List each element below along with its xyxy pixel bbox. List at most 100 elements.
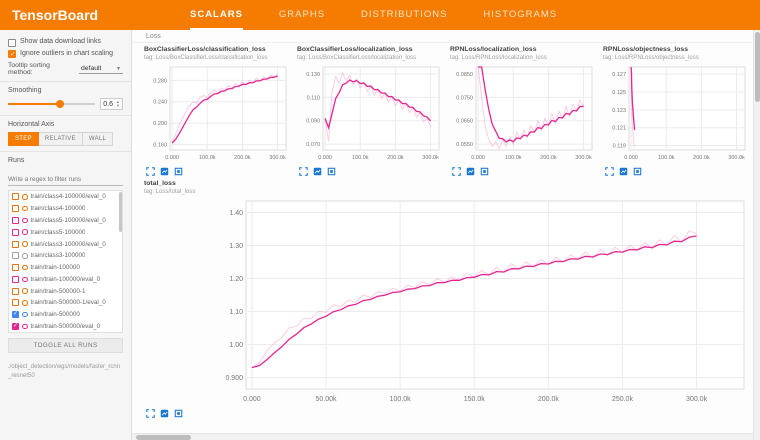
check-icon: ✓ [13, 322, 18, 329]
svg-text:200.0k: 200.0k [693, 155, 710, 161]
svg-text:100.0k: 100.0k [658, 155, 675, 161]
svg-text:1.40: 1.40 [229, 210, 243, 217]
run-item[interactable]: train/train-100000 [9, 262, 118, 274]
pin-icon[interactable] [633, 167, 642, 176]
svg-text:300.0k: 300.0k [575, 155, 592, 161]
chart-toolbar [603, 167, 751, 176]
run-checkbox[interactable] [12, 252, 19, 259]
run-checkbox[interactable] [12, 205, 19, 212]
expand-icon[interactable] [299, 167, 308, 176]
vertical-scrollbar[interactable] [753, 30, 760, 440]
expand-icon[interactable] [146, 167, 155, 176]
line-chart[interactable]: 0.1600.2000.2400.2800.000100.0k200.0k300… [144, 63, 292, 166]
run-checkbox[interactable] [12, 217, 19, 224]
run-color-dot-icon [22, 218, 28, 224]
run-item[interactable]: ✓train/train-500000 [9, 309, 118, 321]
vertical-scrollbar-thumb[interactable] [755, 32, 760, 102]
svg-text:0.130: 0.130 [306, 72, 320, 78]
fit-data-icon[interactable] [313, 167, 322, 176]
run-checkbox[interactable] [12, 299, 19, 306]
run-item[interactable]: ✓train/train-500000/eval_0 [9, 321, 118, 333]
expand-icon[interactable] [452, 167, 461, 176]
run-color-dot-icon [22, 324, 28, 330]
run-checkbox[interactable]: ✓ [12, 311, 19, 318]
tab-distributions[interactable]: DISTRIBUTIONS [361, 0, 447, 30]
run-color-dot-icon [22, 277, 28, 283]
run-checkbox[interactable]: ✓ [12, 323, 19, 330]
logdir-path: ./object_detection/wgs/models/faster_rcn… [0, 358, 131, 386]
stepper-arrows-icon[interactable]: ▲▼ [116, 100, 120, 108]
pin-icon[interactable] [480, 167, 489, 176]
svg-text:300.0k: 300.0k [728, 155, 745, 161]
svg-text:100.0k: 100.0k [199, 155, 216, 161]
run-item[interactable]: train/train-500000-1/eval_0 [9, 297, 118, 309]
run-item[interactable]: train/class5-100000 [9, 226, 118, 238]
pin-icon[interactable] [174, 167, 183, 176]
chart-title: BoxClassifierLoss/classification_loss [144, 46, 292, 55]
run-label: train/class4-100000 [31, 205, 86, 212]
tooltip-sorting-value: default [81, 65, 101, 72]
expand-icon[interactable] [605, 167, 614, 176]
run-color-dot-icon [22, 312, 28, 318]
smoothing-label: Smoothing [8, 87, 123, 94]
svg-text:0.121: 0.121 [612, 126, 626, 132]
pin-icon[interactable] [327, 167, 336, 176]
ignore-outliers-checkbox[interactable]: Ignore outliers in chart scaling [8, 50, 123, 59]
runs-filter-input[interactable] [8, 174, 123, 186]
tag-group-header[interactable]: Loss [132, 30, 753, 43]
run-label: train/train-500000-1 [31, 288, 86, 295]
svg-text:100.0k: 100.0k [505, 155, 522, 161]
fit-data-icon[interactable] [160, 167, 169, 176]
run-checkbox[interactable] [12, 193, 19, 200]
run-checkbox[interactable] [12, 241, 19, 248]
svg-text:300.0k: 300.0k [686, 396, 708, 403]
run-checkbox[interactable] [12, 276, 19, 283]
axis-step-button[interactable]: STEP [8, 132, 39, 146]
axis-relative-button[interactable]: RELATIVE [39, 132, 83, 146]
line-chart[interactable]: 0.05500.06500.07500.08500.000100.0k200.0… [450, 63, 598, 166]
run-item[interactable]: train/train-500000-1 [9, 285, 118, 297]
horizontal-scrollbar[interactable] [132, 433, 753, 440]
slider-thumb[interactable] [56, 100, 64, 108]
expand-icon[interactable] [146, 409, 155, 418]
checkbox-icon[interactable] [8, 39, 16, 47]
run-color-dot-icon [22, 300, 28, 306]
horizontal-axis-group: STEPRELATIVEWALL [8, 132, 123, 146]
show-download-links-checkbox[interactable]: Show data download links [8, 38, 123, 47]
svg-text:0.127: 0.127 [612, 72, 626, 78]
svg-text:0.000: 0.000 [471, 155, 485, 161]
line-chart[interactable]: 0.9001.001.101.201.301.400.00050.00k100.… [144, 197, 753, 408]
run-checkbox[interactable] [12, 229, 19, 236]
chart-title: BoxClassifierLoss/localization_loss [297, 46, 445, 55]
run-item[interactable]: train/class4-100000/eval_0 [9, 191, 118, 203]
tooltip-sorting-select[interactable]: default ▼ [79, 64, 123, 74]
run-label: train/class5-100000/eval_0 [31, 217, 106, 224]
run-checkbox[interactable] [12, 264, 19, 271]
run-list: train/class4-100000/eval_0 train/class4-1… [8, 190, 123, 333]
run-label: train/train-100000/eval_0 [31, 276, 101, 283]
checkbox-checked-icon[interactable] [8, 50, 16, 58]
run-item[interactable]: train/class5-100000/eval_0 [9, 215, 118, 227]
line-chart[interactable]: 0.0700.0900.1100.1300.000100.0k200.0k300… [297, 63, 445, 166]
fit-data-icon[interactable] [466, 167, 475, 176]
run-item[interactable]: train/class3-100000/eval_0 [9, 238, 118, 250]
axis-wall-button[interactable]: WALL [83, 132, 113, 146]
smoothing-slider[interactable] [8, 103, 95, 105]
run-item[interactable]: train/class4-100000 [9, 203, 118, 215]
run-item[interactable]: train/class3-100000 [9, 250, 118, 262]
pin-icon[interactable] [174, 409, 183, 418]
svg-text:100.0k: 100.0k [390, 396, 412, 403]
run-checkbox[interactable] [12, 288, 19, 295]
fit-data-icon[interactable] [619, 167, 628, 176]
line-chart[interactable]: 0.1190.1210.1230.1250.1270.000100.0k200.… [603, 63, 751, 166]
tab-graphs[interactable]: GRAPHS [279, 0, 325, 30]
runs-scrollbar-thumb[interactable] [119, 192, 122, 232]
tab-scalars[interactable]: SCALARS [190, 0, 243, 30]
fit-data-icon[interactable] [160, 409, 169, 418]
smoothing-value-input[interactable]: 0.6 ▲▼ [100, 98, 123, 110]
horizontal-scrollbar-thumb[interactable] [136, 435, 191, 440]
svg-text:1.00: 1.00 [229, 342, 243, 349]
toggle-all-runs-button[interactable]: TOGGLE ALL RUNS [8, 338, 123, 353]
tab-histograms[interactable]: HISTOGRAMS [483, 0, 557, 30]
run-item[interactable]: train/train-100000/eval_0 [9, 273, 118, 285]
